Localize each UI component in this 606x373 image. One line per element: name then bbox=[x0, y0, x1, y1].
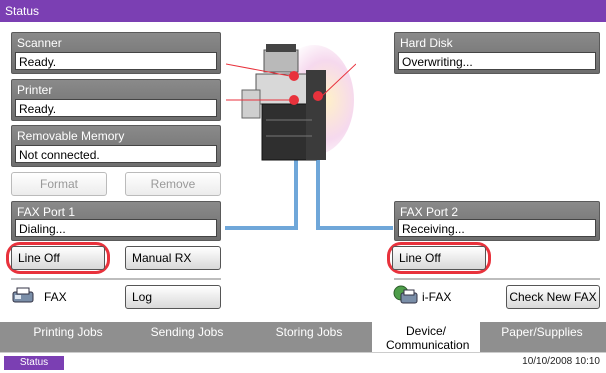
fax-port-2-status: Receiving... bbox=[398, 219, 596, 237]
tab-sending-jobs[interactable]: Sending Jobs bbox=[128, 322, 246, 354]
hard-disk-group: Hard Disk Overwriting... bbox=[394, 32, 600, 74]
scanner-group: Scanner Ready. bbox=[11, 32, 221, 74]
tab-label: Sending Jobs bbox=[150, 325, 224, 339]
fax-icon bbox=[12, 287, 34, 303]
i-fax-label: i-FAX bbox=[422, 290, 452, 304]
tab-storing-jobs[interactable]: Storing Jobs bbox=[250, 322, 368, 354]
printer-label: Printer bbox=[17, 83, 53, 97]
title-bar: Status bbox=[0, 0, 606, 22]
scanner-status: Ready. bbox=[15, 52, 217, 70]
hard-disk-label: Hard Disk bbox=[400, 36, 453, 50]
printer-status: Ready. bbox=[15, 99, 217, 117]
device-illustration bbox=[225, 40, 357, 165]
fax2-connector-h bbox=[316, 226, 393, 230]
fax-label: FAX bbox=[44, 290, 67, 304]
log-button[interactable]: Log bbox=[125, 285, 221, 309]
tab-label: Storing Jobs bbox=[275, 325, 343, 339]
tab-label: Device/ Communication bbox=[386, 324, 470, 352]
fax-port-1-label: FAX Port 1 bbox=[17, 205, 76, 219]
fax2-connector bbox=[316, 160, 320, 230]
format-button[interactable]: Format bbox=[11, 172, 107, 196]
fax-port-1-group: FAX Port 1 Dialing... bbox=[11, 201, 221, 241]
printer-group: Printer Ready. bbox=[11, 79, 221, 121]
line-off-2-button[interactable]: Line Off bbox=[392, 246, 486, 270]
check-new-fax-button[interactable]: Check New FAX bbox=[506, 285, 600, 309]
fax-port-2-label: FAX Port 2 bbox=[400, 205, 459, 219]
remove-button[interactable]: Remove bbox=[125, 172, 221, 196]
status-bar: Status 10/10/2008 10:10 bbox=[0, 352, 606, 373]
fax1-connector bbox=[294, 160, 298, 230]
divider-right bbox=[394, 278, 600, 280]
tab-label: Paper/Supplies bbox=[501, 325, 583, 339]
fax1-connector-h bbox=[225, 226, 298, 230]
hard-disk-status: Overwriting... bbox=[398, 52, 596, 70]
tab-printing-jobs[interactable]: Printing Jobs bbox=[12, 322, 124, 354]
removable-memory-label: Removable Memory bbox=[17, 129, 125, 143]
fax-port-2-group: FAX Port 2 Receiving... bbox=[394, 201, 600, 241]
divider-left bbox=[11, 278, 221, 280]
tab-label: Printing Jobs bbox=[33, 325, 103, 339]
line-off-1-button[interactable]: Line Off bbox=[11, 246, 105, 270]
removable-memory-group: Removable Memory Not connected. bbox=[11, 125, 221, 167]
status-button[interactable]: Status bbox=[4, 356, 64, 370]
tab-bar: Printing Jobs Sending Jobs Storing Jobs … bbox=[0, 320, 606, 356]
i-fax-icon bbox=[393, 285, 419, 305]
tab-paper-supplies[interactable]: Paper/Supplies bbox=[486, 322, 598, 354]
window-title: Status bbox=[5, 4, 40, 18]
tab-device-communication[interactable]: Device/ Communication bbox=[372, 320, 480, 356]
removable-memory-status: Not connected. bbox=[15, 145, 217, 163]
scanner-label: Scanner bbox=[17, 36, 62, 50]
manual-rx-button[interactable]: Manual RX bbox=[125, 246, 221, 270]
fax-port-1-status: Dialing... bbox=[15, 219, 217, 237]
date-time: 10/10/2008 10:10 bbox=[522, 356, 600, 367]
